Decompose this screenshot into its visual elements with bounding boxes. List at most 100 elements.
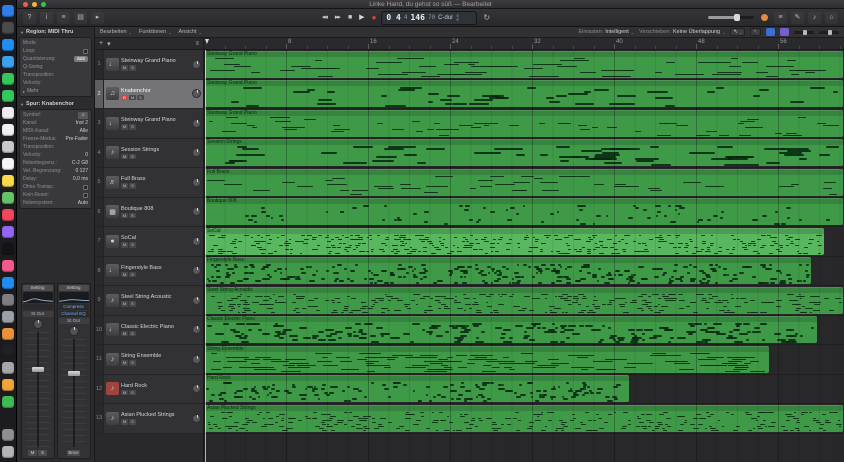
horizontal-zoom-slider[interactable] bbox=[794, 29, 814, 35]
mute-button[interactable]: M bbox=[28, 450, 37, 456]
menu-bearbeiten[interactable]: Bearbeiten ⌄ bbox=[100, 29, 132, 35]
left-click-tool-menu[interactable]: ↖ ⌄ bbox=[730, 28, 746, 36]
editors-icon[interactable]: ▸ bbox=[91, 11, 104, 24]
dock-item-photos[interactable] bbox=[2, 107, 14, 119]
track-volume-knob[interactable] bbox=[192, 236, 201, 246]
midi-region[interactable]: Steinway Grand Piano bbox=[205, 80, 843, 107]
dock-item-numbers[interactable] bbox=[2, 396, 14, 408]
track-solo-button[interactable]: S bbox=[129, 389, 136, 395]
dock-item-reminders[interactable] bbox=[2, 158, 14, 170]
browsers-icon[interactable]: ⌂ bbox=[824, 11, 838, 24]
track-solo-button[interactable]: S bbox=[129, 419, 136, 425]
cycle-button[interactable]: ↻ bbox=[481, 13, 492, 22]
track-volume-knob[interactable] bbox=[192, 177, 201, 187]
waveform-zoom-button[interactable] bbox=[766, 28, 775, 36]
output-label[interactable]: St Out bbox=[58, 318, 89, 324]
track-param-row[interactable]: Notensystem: Auto bbox=[20, 199, 91, 207]
track-solo-button[interactable]: S bbox=[129, 330, 136, 336]
master-volume-slider[interactable] bbox=[707, 14, 754, 21]
midi-region[interactable]: Boutique 808 bbox=[205, 198, 843, 225]
dock-item-activity-monitor[interactable] bbox=[2, 362, 14, 374]
region-param-row[interactable]: Quantisierung: aus bbox=[20, 55, 91, 63]
track-volume-knob[interactable] bbox=[192, 413, 201, 423]
track-param-row[interactable]: Ohne Transp.: bbox=[20, 183, 91, 191]
solo-button[interactable]: S bbox=[38, 450, 47, 456]
record-button[interactable]: ● bbox=[370, 12, 378, 24]
track-lane-3[interactable]: Steinway Grand Piano bbox=[204, 109, 844, 139]
dock-item-podcasts[interactable] bbox=[2, 226, 14, 238]
track-header-2[interactable]: 2 ♫ Knabenchor R M S bbox=[95, 79, 203, 109]
track-symbol-icon[interactable]: ♫ bbox=[78, 111, 88, 119]
mixer-icon[interactable]: ▤ bbox=[74, 11, 87, 24]
volume-fader[interactable] bbox=[25, 332, 50, 447]
track-mute-button[interactable]: M bbox=[121, 389, 128, 395]
track-param-row[interactable]: Kein Reset: bbox=[20, 191, 91, 199]
track-volume-knob[interactable] bbox=[192, 384, 201, 394]
track-header-10[interactable]: 10 ♩ Classic Electric Piano M S bbox=[95, 315, 203, 345]
drag-dropdown[interactable]: Verschieben: Keine Überlappung ⌄ bbox=[639, 29, 725, 35]
auto-zoom-button[interactable] bbox=[780, 28, 789, 36]
track-param-row[interactable]: Transposition: bbox=[20, 143, 91, 151]
midi-region[interactable]: Classic Electric Piano bbox=[205, 316, 818, 343]
dock-item-calendar[interactable] bbox=[2, 124, 14, 136]
track-param-row[interactable]: Notenbegrenz.: C-2 G8 bbox=[20, 159, 91, 167]
checkbox[interactable] bbox=[83, 192, 88, 198]
dock-item-mail[interactable] bbox=[2, 56, 14, 68]
track-solo-button[interactable]: S bbox=[137, 94, 144, 100]
track-volume-knob[interactable] bbox=[192, 266, 201, 276]
track-record-button[interactable]: R bbox=[121, 94, 128, 100]
midi-region[interactable]: SoCal bbox=[205, 227, 824, 255]
track-header-3[interactable]: 3 ♩ Steinway Grand Piano M S bbox=[95, 109, 203, 139]
midi-region[interactable]: Steel String Acoustic bbox=[205, 286, 843, 314]
channel-setting-button[interactable]: Setting bbox=[22, 285, 53, 291]
quick-help-icon[interactable]: ? bbox=[23, 11, 36, 24]
track-lane-8[interactable]: Fingerstyle Bass bbox=[204, 257, 844, 286]
track-param-row[interactable]: MIDI-Kanal: Alle bbox=[20, 127, 91, 135]
track-param-row[interactable]: Velocity: 0 bbox=[20, 151, 91, 159]
track-volume-knob[interactable] bbox=[192, 89, 201, 99]
track-solo-button[interactable]: S bbox=[129, 360, 136, 366]
track-mute-button[interactable]: M bbox=[121, 301, 128, 307]
track-volume-knob[interactable] bbox=[192, 325, 201, 335]
track-lane-1[interactable]: Steinway Grand Piano bbox=[204, 50, 844, 80]
region-param-more-row[interactable]: ▸ Mehr bbox=[20, 87, 91, 95]
dock-item-appstore[interactable] bbox=[2, 277, 14, 289]
track-mute-button[interactable]: M bbox=[129, 94, 136, 100]
track-lane-5[interactable]: Full Brass bbox=[204, 168, 844, 198]
dock-item-tv[interactable] bbox=[2, 243, 14, 255]
track-mute-button[interactable]: M bbox=[121, 65, 128, 71]
region-inspector-header[interactable]: ▼ Region: MIDI Thru bbox=[17, 27, 94, 37]
playhead-marker[interactable] bbox=[205, 39, 209, 44]
track-lane-6[interactable]: Boutique 808 bbox=[204, 198, 844, 227]
eq-thumbnail[interactable] bbox=[58, 292, 89, 303]
rewind-button[interactable]: ◂◂ bbox=[320, 12, 329, 24]
list-editors-icon[interactable]: ≡ bbox=[773, 11, 787, 24]
track-header-7[interactable]: 7 ● SoCal M S bbox=[95, 227, 203, 257]
menu-funktionen[interactable]: Funktionen ⌄ bbox=[139, 29, 172, 35]
dock-item-finder[interactable] bbox=[2, 5, 14, 17]
track-mute-button[interactable]: M bbox=[121, 124, 128, 130]
dock-item-launchpad[interactable] bbox=[2, 22, 14, 34]
track-lane-4[interactable]: Session Strings bbox=[204, 139, 844, 168]
track-volume-knob[interactable] bbox=[192, 148, 201, 158]
add-track-button[interactable]: + bbox=[99, 40, 103, 47]
track-header-6[interactable]: 6 ▦ Boutique 808 M S bbox=[95, 197, 203, 227]
midi-region[interactable]: Session Strings bbox=[205, 139, 843, 166]
track-solo-button[interactable]: S bbox=[129, 271, 136, 277]
apple-loops-icon[interactable]: ♪ bbox=[807, 11, 821, 24]
track-param-row[interactable]: Delay: 0,0 ms bbox=[20, 175, 91, 183]
midi-region[interactable]: Asian Plucked Strings bbox=[205, 404, 843, 432]
track-mute-button[interactable]: M bbox=[121, 419, 128, 425]
bar-ruler[interactable]: 8 16 24 32 40 48 56 bbox=[204, 38, 844, 49]
track-lane-11[interactable]: String Ensemble bbox=[204, 345, 844, 375]
pan-knob[interactable] bbox=[68, 326, 79, 336]
inspector-icon[interactable]: i bbox=[40, 11, 53, 24]
dock-item-downloads[interactable] bbox=[2, 429, 14, 441]
track-lane-2[interactable]: Steinway Grand Piano bbox=[204, 80, 844, 109]
plugin-slot[interactable]: Channel EQ bbox=[58, 311, 89, 317]
track-mute-button[interactable]: M bbox=[121, 330, 128, 336]
track-solo-button[interactable]: S bbox=[129, 301, 136, 307]
dock-item-maps[interactable] bbox=[2, 192, 14, 204]
track-mute-button[interactable]: M bbox=[121, 183, 128, 189]
header-config-icon[interactable]: ≡ bbox=[195, 41, 199, 47]
